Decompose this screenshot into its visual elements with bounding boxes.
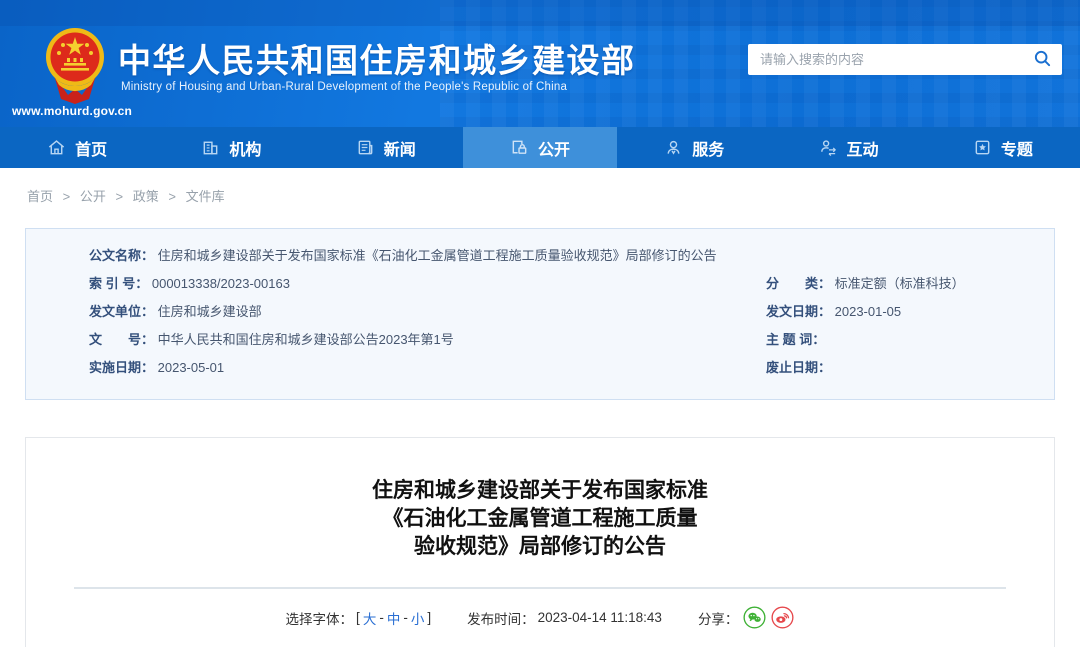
breadcrumb-separator: > xyxy=(63,189,71,204)
news-icon xyxy=(356,138,375,157)
effective-date-value: 2023-05-01 xyxy=(158,360,225,375)
article-title-line: 住房和城乡建设部关于发布国家标准 xyxy=(26,477,1054,505)
breadcrumb-home[interactable]: 首页 xyxy=(27,189,53,204)
breadcrumb-separator: > xyxy=(168,189,176,204)
subject-words-label: 主 题 词： xyxy=(766,332,825,347)
site-subtitle-english: Ministry of Housing and Urban-Rural Deve… xyxy=(121,81,567,93)
breadcrumb-library[interactable]: 文件库 xyxy=(186,189,225,204)
publish-time-value: 2023-04-14 11:18:43 xyxy=(538,610,662,625)
font-size-large-link[interactable]: 大 xyxy=(363,608,377,628)
nav-tab-label: 互动 xyxy=(847,136,879,160)
nav-tab-topics[interactable]: 专题 xyxy=(926,127,1080,168)
article-meta-bar: 选择字体： [ 大 - 中 - 小 ] 发布时间： 2023-04-14 11:… xyxy=(26,606,1054,629)
share-group: 分享： xyxy=(698,606,795,629)
breadcrumb-disclosure[interactable]: 公开 xyxy=(80,189,106,204)
title-divider xyxy=(74,587,1006,589)
nav-tab-label: 机构 xyxy=(229,136,261,160)
site-header: www.mohurd.gov.cn 中华人民共和国住房和城乡建设部 Minist… xyxy=(0,0,1080,127)
font-size-selector: 选择字体： [ 大 - 中 - 小 ] xyxy=(286,608,432,628)
nav-tab-label: 首页 xyxy=(75,136,107,160)
repeal-date-row: 废止日期： xyxy=(766,354,1054,382)
nav-tab-label: 专题 xyxy=(1001,136,1033,160)
font-selector-dash: - xyxy=(403,610,408,625)
effective-date-label: 实施日期： xyxy=(89,360,154,375)
breadcrumb-policy[interactable]: 政策 xyxy=(133,189,159,204)
nav-tab-label: 新闻 xyxy=(384,136,416,160)
category-row: 分 类： 标准定额（标准科技） xyxy=(766,270,1054,298)
building-icon xyxy=(201,138,220,157)
issue-date-row: 发文日期： 2023-01-05 xyxy=(766,298,1054,326)
person-pin-icon xyxy=(664,138,683,157)
nav-tab-home[interactable]: 首页 xyxy=(0,127,154,168)
wechat-share-icon[interactable] xyxy=(743,606,766,629)
doc-number-label: 文 号： xyxy=(89,332,154,347)
search-input[interactable] xyxy=(748,44,1022,75)
issue-date-value: 2023-01-05 xyxy=(835,304,902,319)
issue-date-label: 发文日期： xyxy=(766,304,831,319)
header-top-shade xyxy=(0,0,1080,26)
nav-tab-interaction[interactable]: 互动 xyxy=(771,127,925,168)
document-lock-icon xyxy=(510,138,529,157)
issuing-unit-row: 发文单位： 住房和城乡建设部 xyxy=(89,298,766,326)
doc-name-row: 公文名称： 住房和城乡建设部关于发布国家标准《石油化工金属管道工程施工质量验收规… xyxy=(89,242,1054,270)
font-size-small-link[interactable]: 小 xyxy=(411,608,425,628)
star-box-icon xyxy=(973,138,992,157)
nav-tab-disclosure[interactable]: 公开 xyxy=(463,127,617,168)
nav-tab-label: 服务 xyxy=(692,136,724,160)
publish-time: 发布时间： 2023-04-14 11:18:43 xyxy=(467,608,662,628)
repeal-date-label: 废止日期： xyxy=(766,360,831,375)
home-icon xyxy=(47,138,66,157)
weibo-share-icon[interactable] xyxy=(771,606,794,629)
font-selector-bracket: [ xyxy=(356,610,360,625)
nav-tab-org[interactable]: 机构 xyxy=(154,127,308,168)
doc-name-value: 住房和城乡建设部关于发布国家标准《石油化工金属管道工程施工质量验收规范》局部修订… xyxy=(158,248,717,263)
breadcrumb: 首页 > 公开 > 政策 > 文件库 xyxy=(27,186,231,205)
category-value: 标准定额（标准科技） xyxy=(835,276,965,291)
national-emblem-logo xyxy=(44,25,106,107)
index-number-value: 000013338/2023-00163 xyxy=(152,276,290,291)
search-box xyxy=(748,44,1062,75)
search-icon xyxy=(1033,49,1052,71)
breadcrumb-separator: > xyxy=(116,189,124,204)
subject-words-row: 主 题 词： xyxy=(766,326,1054,354)
doc-number-row: 文 号： 中华人民共和国住房和城乡建设部公告2023年第1号 xyxy=(89,326,766,354)
nav-tab-services[interactable]: 服务 xyxy=(617,127,771,168)
font-selector-label: 选择字体： xyxy=(286,608,354,628)
main-navigation: 首页 机构 新闻 公开 xyxy=(0,127,1080,168)
font-selector-bracket: ] xyxy=(427,610,431,625)
doc-number-value: 中华人民共和国住房和城乡建设部公告2023年第1号 xyxy=(158,332,454,347)
nav-tab-news[interactable]: 新闻 xyxy=(309,127,463,168)
article-title-line: 《石油化工金属管道工程施工质量 xyxy=(26,505,1054,533)
article-title: 住房和城乡建设部关于发布国家标准 《石油化工金属管道工程施工质量 验收规范》局部… xyxy=(26,477,1054,561)
site-url: www.mohurd.gov.cn xyxy=(12,104,132,118)
category-label: 分 类： xyxy=(766,276,831,291)
nav-tab-label: 公开 xyxy=(538,136,570,160)
search-button[interactable] xyxy=(1022,44,1062,75)
font-size-medium-link[interactable]: 中 xyxy=(387,608,401,628)
person-arrows-icon xyxy=(819,138,838,157)
document-info-panel: 公文名称： 住房和城乡建设部关于发布国家标准《石油化工金属管道工程施工质量验收规… xyxy=(25,228,1055,400)
font-selector-dash: - xyxy=(379,610,384,625)
article-card: 住房和城乡建设部关于发布国家标准 《石油化工金属管道工程施工质量 验收规范》局部… xyxy=(25,437,1055,647)
index-number-row: 索 引 号： 000013338/2023-00163 xyxy=(89,270,766,298)
effective-date-row: 实施日期： 2023-05-01 xyxy=(89,354,766,382)
index-number-label: 索 引 号： xyxy=(89,276,148,291)
issuing-unit-label: 发文单位： xyxy=(89,304,154,319)
site-title: 中华人民共和国住房和城乡建设部 xyxy=(118,34,636,82)
article-title-line: 验收规范》局部修订的公告 xyxy=(26,533,1054,561)
publish-time-label: 发布时间： xyxy=(467,608,535,628)
issuing-unit-value: 住房和城乡建设部 xyxy=(158,304,262,319)
share-label: 分享： xyxy=(698,608,739,628)
doc-name-label: 公文名称： xyxy=(89,248,154,263)
